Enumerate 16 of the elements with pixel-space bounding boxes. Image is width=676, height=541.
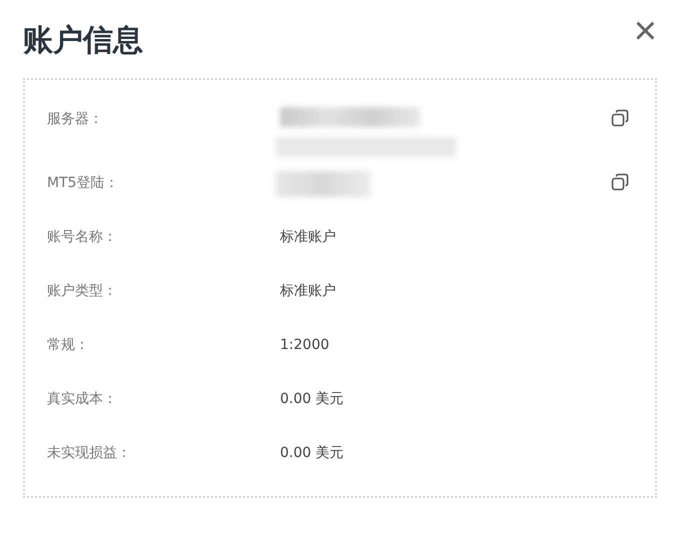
field-label: 账户类型： [47, 282, 118, 301]
copy-icon[interactable] [611, 109, 629, 127]
field-label: 未实现损益： [47, 444, 132, 463]
field-label: 常规： [47, 336, 90, 355]
field-label: MT5登陆： [47, 174, 120, 193]
field-value: 标准账户 [280, 228, 337, 247]
field-value: 1:2000 [280, 336, 330, 355]
field-label: 真实成本： [47, 390, 118, 409]
dialog-title: 账户信息 [23, 22, 143, 60]
close-button[interactable]: × [634, 16, 657, 46]
copy-icon[interactable] [611, 173, 629, 191]
field-value: 0.00 美元 [280, 390, 345, 409]
field-label: 服务器： [47, 110, 104, 129]
field-value: 标准账户 [280, 282, 337, 301]
field-value: 0.00 美元 [280, 444, 345, 463]
field-label: 账号名称： [47, 228, 118, 247]
